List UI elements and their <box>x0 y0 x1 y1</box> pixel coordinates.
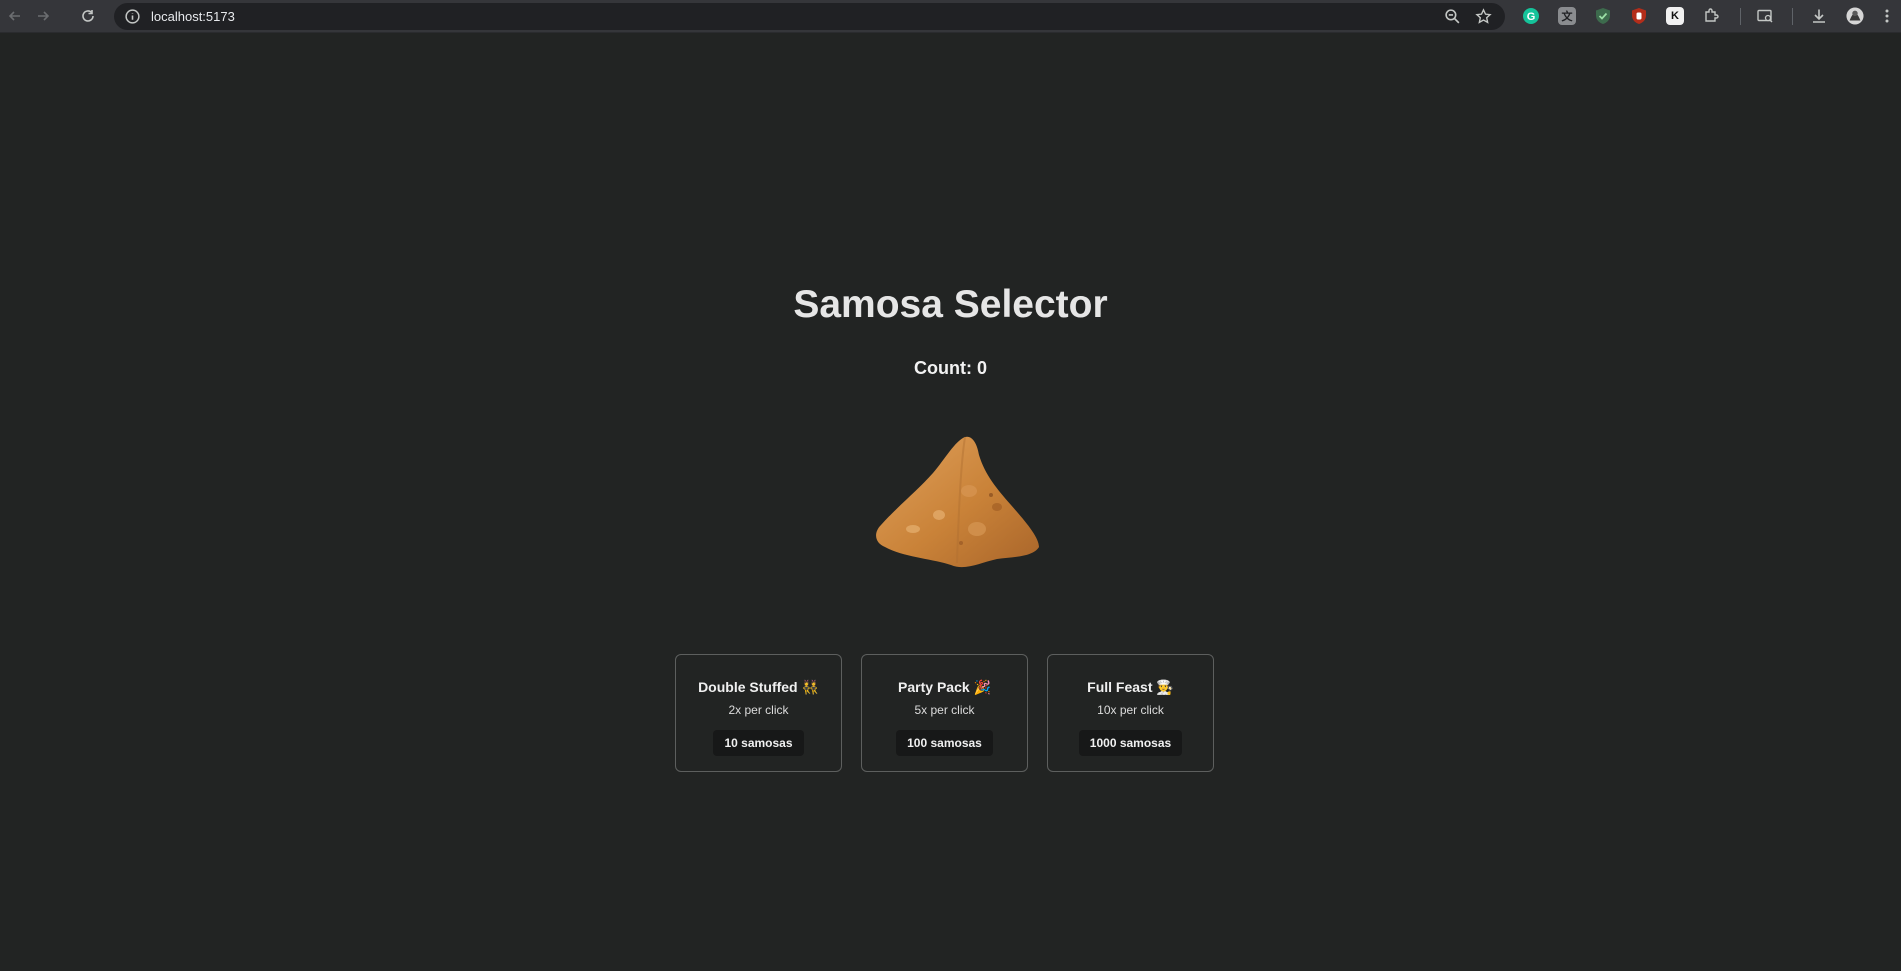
info-icon[interactable] <box>124 8 141 25</box>
toolbar-divider <box>1792 8 1793 25</box>
upgrade-rate: 5x per click <box>914 703 975 717</box>
star-icon[interactable] <box>1475 8 1492 25</box>
profile-icon[interactable] <box>1846 7 1864 25</box>
upgrade-rate: 10x per click <box>1097 703 1164 717</box>
reading-mode-icon[interactable] <box>1756 7 1774 25</box>
upgrade-card: Full Feast 👨‍🍳 10x per click 1000 samosa… <box>1047 654 1214 772</box>
k-extension-icon[interactable]: K <box>1666 7 1684 25</box>
ublock-extension-icon[interactable] <box>1630 7 1648 25</box>
browser-toolbar: localhost:5173 G 文 K <box>0 0 1901 33</box>
downloads-icon[interactable] <box>1810 7 1828 25</box>
back-icon[interactable] <box>5 6 25 26</box>
zoom-icon[interactable] <box>1444 8 1461 25</box>
samosa-image[interactable] <box>873 433 1041 573</box>
extensions-icon[interactable] <box>1702 7 1720 25</box>
upgrade-name: Full Feast 👨‍🍳 <box>1087 679 1174 695</box>
grammarly-extension-icon[interactable]: G <box>1522 7 1540 25</box>
upgrade-name: Double Stuffed 👯 <box>698 679 819 695</box>
upgrade-card: Party Pack 🎉 5x per click 100 samosas <box>861 654 1028 772</box>
menu-icon[interactable] <box>1878 7 1896 25</box>
translate-extension-icon[interactable]: 文 <box>1558 7 1576 25</box>
forward-icon[interactable] <box>33 6 53 26</box>
reload-icon[interactable] <box>78 6 98 26</box>
buy-upgrade-button[interactable]: 1000 samosas <box>1078 730 1183 756</box>
samosa-count: Count: 0 <box>914 358 987 378</box>
svg-text:G: G <box>1527 11 1536 23</box>
upgrade-rate: 2x per click <box>728 703 789 717</box>
toolbar-divider <box>1740 8 1741 25</box>
buy-upgrade-button[interactable]: 100 samosas <box>896 730 993 756</box>
page-title: Samosa Selector <box>793 283 1108 326</box>
url-text[interactable]: localhost:5173 <box>151 9 235 24</box>
shield-extension-icon[interactable] <box>1594 7 1612 25</box>
buy-upgrade-button[interactable]: 10 samosas <box>713 730 804 756</box>
upgrade-name: Party Pack 🎉 <box>898 679 991 695</box>
upgrade-card: Double Stuffed 👯 2x per click 10 samosas <box>675 654 842 772</box>
address-bar[interactable]: localhost:5173 <box>114 3 1505 30</box>
